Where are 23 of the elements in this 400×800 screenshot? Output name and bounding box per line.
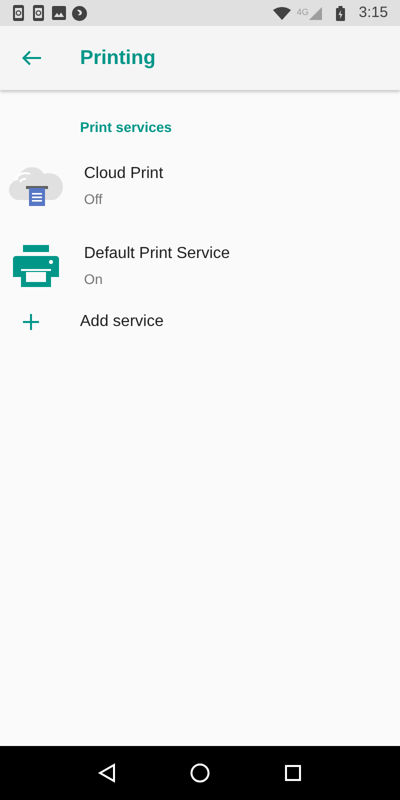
battery-icon [336,6,345,20]
signal-icon [308,6,322,20]
service-status: Off [84,190,104,209]
circle-home-icon [190,763,210,783]
triangle-back-icon [98,763,116,783]
wifi-icon [272,6,291,20]
section-header: Print services [80,118,173,136]
image-icon [52,6,66,20]
phone-sync-icon [32,5,46,21]
network-label: 4G [296,6,309,20]
service-status: On [84,270,104,289]
clock: 3:15 [358,2,388,23]
service-item[interactable]: Cloud Print Off [0,146,400,226]
cloud-print-icon [8,164,64,208]
back-arrow-icon [22,50,42,66]
phone-sync-icon [12,5,26,21]
page-title: Printing [80,46,156,71]
service-name: Default Print Service [84,244,230,264]
plus-icon [23,314,39,330]
service-name: Cloud Print [84,164,164,184]
square-recents-icon [285,765,302,781]
printer-icon [13,245,59,287]
add-service-label: Add service [80,312,164,332]
